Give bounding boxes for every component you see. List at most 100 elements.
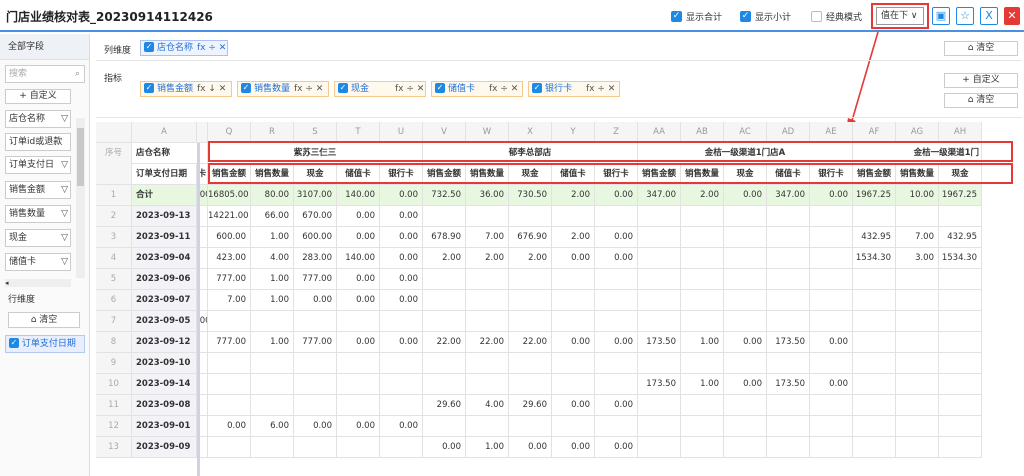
value-cell[interactable]: 1.00 — [251, 269, 294, 290]
value-cell[interactable] — [939, 437, 982, 458]
value-cell[interactable] — [337, 437, 380, 458]
row-dimension-chip[interactable]: ✓ 订单支付日期 — [5, 335, 85, 353]
metric-header[interactable]: 现金 — [509, 164, 552, 185]
value-cell[interactable] — [380, 311, 423, 332]
value-cell[interactable]: 140.00 — [337, 248, 380, 269]
value-cell[interactable] — [423, 206, 466, 227]
value-cell[interactable] — [509, 206, 552, 227]
value-cell[interactable]: 1967.25 — [939, 185, 982, 206]
store-header[interactable]: 紫苏三仨三 — [208, 143, 423, 164]
value-cell[interactable] — [810, 416, 853, 437]
value-cell[interactable] — [896, 395, 939, 416]
value-cell[interactable] — [466, 374, 509, 395]
value-cell[interactable] — [638, 290, 681, 311]
value-cell[interactable] — [423, 269, 466, 290]
value-cell[interactable] — [896, 353, 939, 374]
value-cell[interactable] — [681, 227, 724, 248]
value-cell[interactable] — [681, 269, 724, 290]
value-cell[interactable] — [724, 248, 767, 269]
filter-icon[interactable]: ▽ — [61, 111, 68, 127]
value-cell[interactable] — [681, 395, 724, 416]
show-total-checkbox[interactable]: ✓ 显示合计 — [671, 10, 722, 23]
value-cell[interactable]: 777.00 — [294, 269, 337, 290]
metric-header[interactable]: 现金 — [724, 164, 767, 185]
value-cell[interactable] — [853, 269, 896, 290]
field-item[interactable]: 现金 ▽ — [5, 229, 71, 247]
value-cell[interactable]: 173.50 — [767, 374, 810, 395]
value-cell[interactable]: 0.00 — [380, 332, 423, 353]
value-cell[interactable] — [767, 269, 810, 290]
value-cell[interactable]: 0.00 — [810, 185, 853, 206]
value-cell[interactable] — [853, 206, 896, 227]
value-cell[interactable]: 14221.00 — [208, 206, 251, 227]
value-cell[interactable] — [810, 248, 853, 269]
value-cell[interactable]: 173.50 — [638, 374, 681, 395]
close-icon[interactable]: ✕ — [1004, 7, 1020, 25]
value-cell[interactable] — [853, 416, 896, 437]
value-cell[interactable] — [638, 248, 681, 269]
value-cell[interactable]: 6.00 — [251, 416, 294, 437]
value-cell[interactable] — [681, 416, 724, 437]
value-cell[interactable]: 777.00 — [208, 269, 251, 290]
value-cell[interactable]: 0.00 — [552, 395, 595, 416]
metric-header[interactable]: 销售数量 — [251, 164, 294, 185]
metric-header[interactable]: 销售金额 — [853, 164, 896, 185]
value-cell[interactable] — [423, 311, 466, 332]
value-cell[interactable] — [509, 374, 552, 395]
value-cell[interactable] — [552, 206, 595, 227]
value-cell[interactable]: 1967.25 — [853, 185, 896, 206]
column-clear-button[interactable]: ⌂ 清空 — [944, 41, 1018, 56]
value-cell[interactable] — [509, 416, 552, 437]
metric-header[interactable]: 销售金额 — [638, 164, 681, 185]
scrollbar-thumb[interactable] — [77, 128, 84, 186]
value-cell[interactable] — [466, 416, 509, 437]
row-label[interactable]: 2023-09-14 — [132, 374, 197, 395]
field-item[interactable]: 店仓名称 ▽ — [5, 110, 71, 128]
row-label[interactable]: 2023-09-09 — [132, 437, 197, 458]
value-cell[interactable] — [939, 416, 982, 437]
value-cell[interactable]: 29.60 — [509, 395, 552, 416]
value-cell[interactable]: 22.00 — [466, 332, 509, 353]
classic-mode-checkbox[interactable]: 经典模式 — [811, 10, 862, 23]
value-cell[interactable] — [595, 353, 638, 374]
value-cell[interactable]: 732.50 — [423, 185, 466, 206]
value-cell[interactable] — [552, 269, 595, 290]
value-cell[interactable]: 678.90 — [423, 227, 466, 248]
value-cell[interactable]: 1.00 — [466, 437, 509, 458]
value-cell[interactable] — [810, 311, 853, 332]
value-cell[interactable] — [681, 437, 724, 458]
value-cell[interactable] — [638, 437, 681, 458]
value-cell[interactable]: 0.00 — [337, 332, 380, 353]
value-cell[interactable] — [810, 227, 853, 248]
value-cell[interactable] — [810, 269, 853, 290]
value-cell[interactable] — [767, 311, 810, 332]
metric-header[interactable]: 销售金额 — [423, 164, 466, 185]
value-cell[interactable] — [595, 311, 638, 332]
value-cell[interactable]: 66.00 — [251, 206, 294, 227]
value-cell[interactable] — [638, 416, 681, 437]
value-cell[interactable] — [638, 395, 681, 416]
value-cell[interactable]: 173.50 — [638, 332, 681, 353]
row-label[interactable]: 2023-09-01 — [132, 416, 197, 437]
value-cell[interactable] — [724, 269, 767, 290]
value-cell[interactable]: 777.00 — [294, 332, 337, 353]
value-cell[interactable]: 22.00 — [509, 332, 552, 353]
value-cell[interactable]: 1.00 — [251, 227, 294, 248]
value-cell[interactable] — [423, 353, 466, 374]
value-cell[interactable] — [896, 269, 939, 290]
value-cell[interactable]: 2.00 — [552, 227, 595, 248]
value-cell[interactable] — [767, 353, 810, 374]
value-cell[interactable] — [939, 206, 982, 227]
value-cell[interactable] — [810, 206, 853, 227]
value-cell[interactable] — [552, 290, 595, 311]
value-cell[interactable]: 10.00 — [896, 185, 939, 206]
row-label[interactable]: 2023-09-06 — [132, 269, 197, 290]
value-cell[interactable]: 600.00 — [294, 227, 337, 248]
star-icon[interactable]: ☆ — [956, 7, 974, 25]
value-cell[interactable] — [251, 374, 294, 395]
value-cell[interactable]: 0.00 — [552, 248, 595, 269]
value-cell[interactable] — [552, 416, 595, 437]
value-cell[interactable] — [380, 437, 423, 458]
field-item[interactable]: 销售数量 ▽ — [5, 205, 71, 223]
store-header[interactable]: 金桔一级渠道1门店A — [638, 143, 853, 164]
